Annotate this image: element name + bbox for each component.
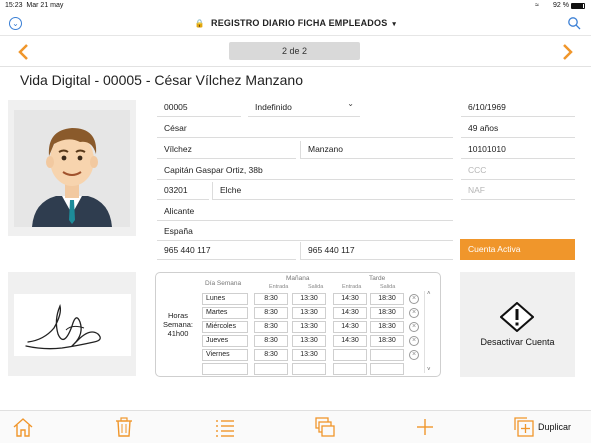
employee-avatar — [14, 110, 130, 227]
warning-icon — [500, 302, 534, 332]
bottom-toolbar: Duplicar — [0, 410, 591, 443]
afternoon-out-cell[interactable] — [370, 349, 404, 361]
surname1-field[interactable]: Vílchez — [157, 141, 296, 159]
duplicate-icon[interactable] — [513, 416, 535, 438]
module-title: REGISTRO DIARIO FICHA EMPLEADOS — [211, 18, 388, 28]
clear-row-icon[interactable]: × — [409, 350, 419, 360]
morning-in-cell[interactable]: 8:30 — [254, 349, 288, 361]
afternoon-out-cell[interactable] — [370, 363, 404, 375]
clear-row-icon[interactable]: × — [409, 294, 419, 304]
copy-records-icon[interactable] — [314, 416, 336, 438]
wifi-icon: ≈ — [535, 2, 539, 9]
clear-row-icon[interactable]: × — [409, 336, 419, 346]
afternoon-in-cell[interactable]: 14:30 — [333, 335, 367, 347]
address-field[interactable]: Capitán Gaspar Ortiz, 38b — [157, 162, 453, 180]
birth-date-field[interactable]: 6/10/1969 — [461, 99, 575, 117]
afternoon-out-cell[interactable]: 18:30 — [370, 293, 404, 305]
id-number-field[interactable]: 10101010 — [461, 141, 575, 159]
page-title: Vida Digital - 00005 - César Vílchez Man… — [20, 72, 304, 88]
phone1-field[interactable]: 965 440 117 — [157, 242, 296, 260]
schedule-scrollbar[interactable]: ˄ ˅ — [424, 291, 433, 373]
day-cell[interactable]: Jueves — [202, 335, 248, 347]
first-name-field[interactable]: César — [157, 120, 453, 138]
clear-row-icon[interactable]: × — [409, 322, 419, 332]
add-icon[interactable] — [414, 416, 436, 438]
afternoon-in-header: Entrada — [342, 284, 362, 290]
duplicate-button-label[interactable]: Duplicar — [538, 422, 571, 432]
surname2-field[interactable]: Manzano — [300, 141, 453, 159]
battery-icon — [571, 3, 585, 9]
deactivate-account-button[interactable]: Desactivar Cuenta — [460, 272, 575, 377]
search-icon[interactable] — [567, 16, 581, 30]
morning-in-cell[interactable]: 8:30 — [254, 335, 288, 347]
module-title-dropdown[interactable]: 🔒 REGISTRO DIARIO FICHA EMPLEADOS ▾ — [0, 18, 591, 28]
morning-out-cell[interactable]: 13:30 — [292, 307, 326, 319]
caret-down-icon: ▾ — [392, 21, 397, 28]
morning-in-header: Entrada — [269, 284, 289, 290]
weekly-schedule: Día Semana Mañana Tarde Entrada Salida E… — [155, 272, 441, 377]
morning-in-cell[interactable]: 8:30 — [254, 321, 288, 333]
weekly-hours-value: 41h00 — [167, 329, 189, 338]
morning-header: Mañana — [286, 275, 310, 282]
record-counter: 2 de 2 — [229, 42, 360, 60]
morning-out-header: Salida — [308, 284, 324, 290]
postal-code-field[interactable]: 03201 — [157, 182, 209, 200]
battery-percent: 92 % — [553, 2, 569, 9]
contract-type-select[interactable]: Indefinido — [248, 96, 360, 117]
ccc-field[interactable]: CCC — [461, 162, 575, 180]
age-field: 49 años — [461, 120, 575, 138]
deactivate-account-label: Desactivar Cuenta — [480, 337, 555, 347]
afternoon-header: Tarde — [369, 275, 386, 282]
record-pager: 2 de 2 — [0, 37, 591, 67]
status-bar: 15:23 Mar 21 may ≈ 92 % — [0, 0, 591, 12]
day-cell[interactable]: Martes — [202, 307, 248, 319]
naf-field[interactable]: NAF — [461, 182, 575, 200]
morning-out-cell[interactable] — [292, 363, 326, 375]
scroll-down-icon[interactable]: ˅ — [427, 367, 431, 373]
day-cell[interactable] — [202, 363, 248, 375]
chevron-left-icon[interactable] — [14, 42, 34, 62]
day-cell[interactable]: Miércoles — [202, 321, 248, 333]
employee-code-field[interactable]: 00005 — [157, 99, 241, 117]
phone2-field[interactable]: 965 440 117 — [300, 242, 453, 260]
clear-row-icon[interactable]: × — [409, 308, 419, 318]
scroll-up-icon[interactable]: ˄ — [427, 291, 431, 297]
afternoon-out-header: Salida — [380, 284, 396, 290]
signature-image — [14, 294, 131, 356]
afternoon-in-cell[interactable]: 14:30 — [333, 293, 367, 305]
afternoon-out-cell[interactable]: 18:30 — [370, 321, 404, 333]
morning-out-cell[interactable]: 13:30 — [292, 349, 326, 361]
morning-in-cell[interactable] — [254, 363, 288, 375]
photo-panel[interactable] — [8, 100, 136, 236]
home-icon[interactable] — [12, 416, 34, 438]
morning-out-cell[interactable]: 13:30 — [292, 335, 326, 347]
morning-in-cell[interactable]: 8:30 — [254, 307, 288, 319]
morning-out-cell[interactable]: 13:30 — [292, 321, 326, 333]
morning-out-cell[interactable]: 13:30 — [292, 293, 326, 305]
list-icon[interactable] — [214, 416, 236, 438]
weekly-hours-label: Horas Semana: — [162, 311, 194, 329]
afternoon-in-cell[interactable]: 14:30 — [333, 307, 367, 319]
day-column-header: Día Semana — [205, 280, 242, 287]
afternoon-out-cell[interactable]: 18:30 — [370, 335, 404, 347]
weekly-hours: Horas Semana: 41h00 — [160, 311, 196, 338]
country-field[interactable]: España — [157, 223, 453, 241]
afternoon-in-cell[interactable] — [333, 363, 367, 375]
chevron-right-icon[interactable] — [557, 42, 577, 62]
day-cell[interactable]: Lunes — [202, 293, 248, 305]
status-time: 15:23 Mar 21 may — [5, 2, 64, 9]
province-field[interactable]: Alicante — [157, 203, 453, 221]
signature-panel[interactable] — [8, 272, 136, 376]
app-header: ⌄ 🔒 REGISTRO DIARIO FICHA EMPLEADOS ▾ — [0, 12, 591, 36]
morning-in-cell[interactable]: 8:30 — [254, 293, 288, 305]
afternoon-out-cell[interactable]: 18:30 — [370, 307, 404, 319]
account-status-button[interactable]: Cuenta Activa — [460, 239, 575, 260]
trash-icon[interactable] — [113, 416, 135, 438]
day-cell[interactable]: Viernes — [202, 349, 248, 361]
lock-icon: 🔒 — [194, 19, 206, 28]
afternoon-in-cell[interactable]: 14:30 — [333, 321, 367, 333]
afternoon-in-cell[interactable] — [333, 349, 367, 361]
city-field[interactable]: Elche — [212, 182, 453, 200]
